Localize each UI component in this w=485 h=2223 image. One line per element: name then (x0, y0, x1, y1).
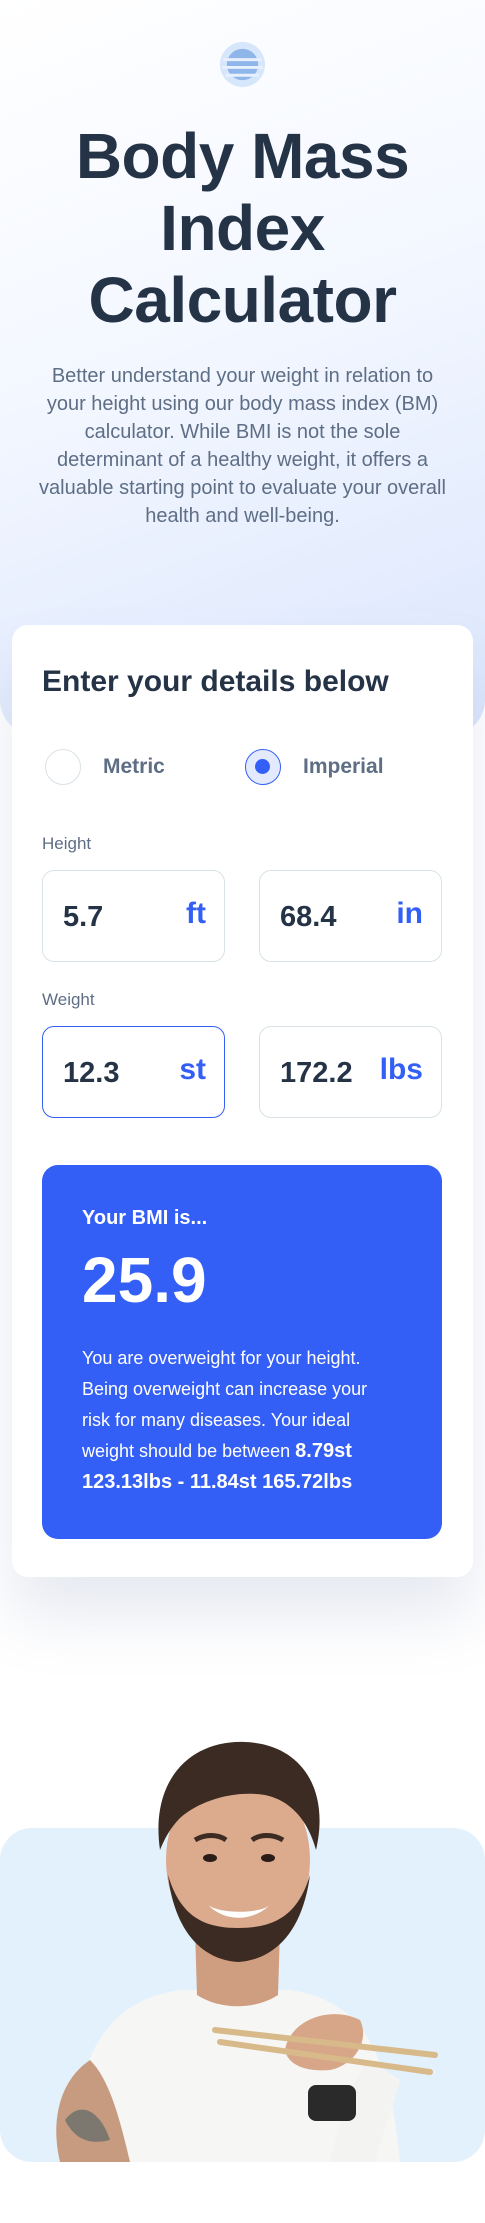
page-title-text: Body Mass Index Calculator (75, 120, 410, 336)
height-label: Height (42, 834, 92, 853)
weight-stones-unit: st (179, 1053, 206, 1086)
radio-metric-circle[interactable] (45, 749, 81, 785)
calculator-card: Enter your details below Metric Imperial… (12, 625, 473, 1577)
bmi-result-value: 25.9 (82, 1244, 207, 1316)
weight-label: Weight (42, 990, 95, 1009)
height-feet-value[interactable]: 5.7 (63, 901, 103, 934)
bmi-result-panel: Your BMI is... 25.9 You are overweight f… (42, 1165, 442, 1539)
form-heading: Enter your details below (42, 665, 389, 698)
height-feet-input[interactable]: 5.7 ft (42, 870, 225, 962)
height-inches-unit: in (396, 897, 423, 930)
intro-text: Better understand your weight in relatio… (39, 365, 446, 527)
weight-pounds-input[interactable]: 172.2 lbs (259, 1026, 442, 1118)
page-title: Body Mass Index Calculator (0, 120, 485, 336)
height-inches-value[interactable]: 68.4 (280, 901, 336, 934)
weight-stones-input[interactable]: 12.3 st (42, 1026, 225, 1118)
weight-stones-value[interactable]: 12.3 (63, 1057, 119, 1090)
height-feet-unit: ft (186, 897, 206, 930)
radio-metric-label: Metric (103, 755, 165, 778)
bmi-result-label: Your BMI is... (82, 1207, 208, 1229)
radio-imperial[interactable]: Imperial (245, 749, 384, 785)
radio-imperial-label: Imperial (303, 755, 384, 778)
weight-pounds-unit: lbs (379, 1053, 423, 1086)
weight-pounds-value[interactable]: 172.2 (280, 1057, 353, 1090)
logo-icon (219, 41, 266, 88)
height-inches-input[interactable]: 68.4 in (259, 870, 442, 962)
man-eating-image (56, 1741, 438, 2162)
bmi-result-description: You are overweight for your height. Bein… (82, 1343, 392, 1498)
radio-imperial-circle[interactable] (245, 749, 281, 785)
radio-metric[interactable]: Metric (45, 749, 165, 785)
